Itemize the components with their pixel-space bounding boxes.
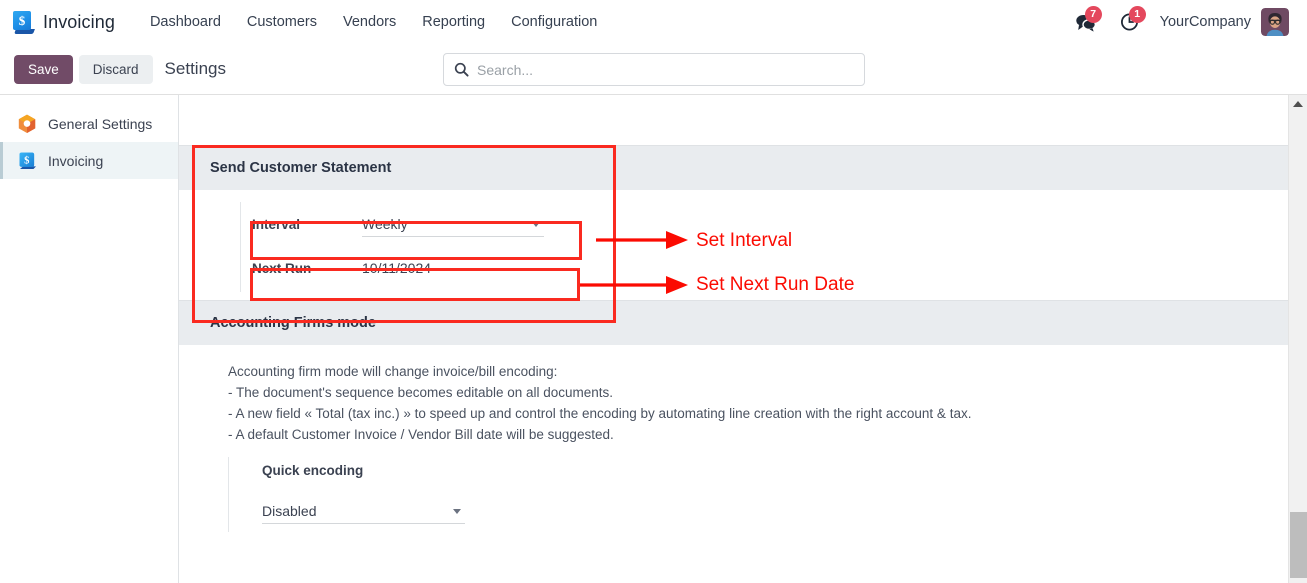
section-title-customer-statement: Send Customer Statement — [210, 160, 392, 176]
quick-encoding-block: Quick encoding Disabled — [228, 455, 1288, 532]
discard-button[interactable]: Discard — [78, 54, 153, 84]
general-settings-icon — [16, 113, 38, 135]
main-menu: Dashboard Customers Vendors Reporting Co… — [137, 9, 610, 35]
menu-item-vendors[interactable]: Vendors — [330, 9, 409, 35]
section-header-accounting-firms: Accounting Firms mode — [179, 300, 1288, 345]
section-body-accounting-firms: Accounting firm mode will change invoice… — [179, 345, 1288, 532]
menu-item-configuration[interactable]: Configuration — [498, 9, 610, 35]
quick-encoding-label: Quick encoding — [262, 463, 364, 478]
save-button[interactable]: Save — [14, 54, 73, 84]
sidebar-item-invoicing[interactable]: $ Invoicing — [0, 142, 178, 179]
messages-icon[interactable]: 7 — [1064, 6, 1108, 37]
search-icon — [454, 62, 469, 77]
activities-clock-icon[interactable]: 1 — [1108, 6, 1152, 37]
description-line-1: Accounting firm mode will change invoice… — [228, 364, 558, 379]
annotation-label-set-interval: Set Interval — [696, 230, 793, 251]
interval-label: Interval — [252, 216, 301, 232]
sidebar-item-general-settings[interactable]: General Settings — [0, 105, 178, 142]
invoicing-app-icon[interactable]: $ — [12, 11, 35, 34]
menu-item-dashboard[interactable]: Dashboard — [137, 9, 234, 35]
scroll-up-arrow-icon[interactable] — [1293, 101, 1303, 107]
description-line-2: - The document's sequence becomes editab… — [228, 385, 614, 400]
user-avatar[interactable] — [1261, 8, 1289, 36]
page-title: Settings — [164, 59, 226, 78]
search-placeholder: Search... — [477, 61, 534, 78]
annotation-label-set-next-run-date: Set Next Run Date — [696, 274, 855, 295]
activities-badge-count: 1 — [1128, 6, 1146, 23]
description-line-3: - A new field « Total (tax inc.) » to sp… — [228, 406, 972, 421]
svg-text:$: $ — [24, 155, 29, 166]
accounting-firms-description: Accounting firm mode will change invoice… — [179, 345, 1288, 445]
settings-content: Send Customer Statement Interval Weekly … — [179, 95, 1288, 583]
interval-value: Weekly — [362, 215, 408, 232]
section-title-accounting-firms: Accounting Firms mode — [210, 315, 376, 331]
chevron-down-icon — [532, 221, 540, 227]
navbar-right-tools: 7 1 YourCompany — [1064, 6, 1295, 37]
company-switcher[interactable]: YourCompany — [1160, 14, 1251, 30]
next-run-date-input[interactable]: 10/11/2024 — [362, 260, 431, 276]
chevron-down-icon — [453, 509, 461, 514]
quick-encoding-select[interactable]: Disabled — [262, 499, 465, 524]
search-input[interactable]: Search... — [443, 53, 865, 86]
menu-item-reporting[interactable]: Reporting — [409, 9, 498, 35]
description-line-4: - A default Customer Invoice / Vendor Bi… — [228, 427, 614, 442]
scrollbar-thumb[interactable] — [1290, 512, 1307, 578]
top-navbar: $ Invoicing Dashboard Customers Vendors … — [0, 0, 1307, 44]
quick-encoding-value: Disabled — [262, 503, 317, 519]
settings-sidebar: General Settings $ Invoicing — [0, 95, 179, 583]
content-top-spacer — [179, 95, 1288, 145]
section-header-customer-statement: Send Customer Statement — [179, 145, 1288, 190]
sidebar-item-general-settings-label: General Settings — [48, 115, 153, 132]
vertical-scrollbar[interactable] — [1288, 95, 1307, 583]
menu-item-customers[interactable]: Customers — [234, 9, 330, 35]
next-run-label: Next Run — [252, 260, 312, 276]
section-accounting-firms-mode: Accounting Firms mode Accounting firm mo… — [179, 300, 1288, 532]
odoo-settings-page: $ Invoicing Dashboard Customers Vendors … — [0, 0, 1307, 583]
app-brand-title[interactable]: Invoicing — [43, 12, 115, 33]
sidebar-item-invoicing-label: Invoicing — [48, 152, 104, 169]
messages-badge-count: 7 — [1084, 6, 1102, 23]
interval-select[interactable]: Weekly — [362, 212, 544, 237]
invoicing-icon: $ — [16, 150, 38, 172]
app-icon-dollar-glyph: $ — [18, 13, 26, 28]
